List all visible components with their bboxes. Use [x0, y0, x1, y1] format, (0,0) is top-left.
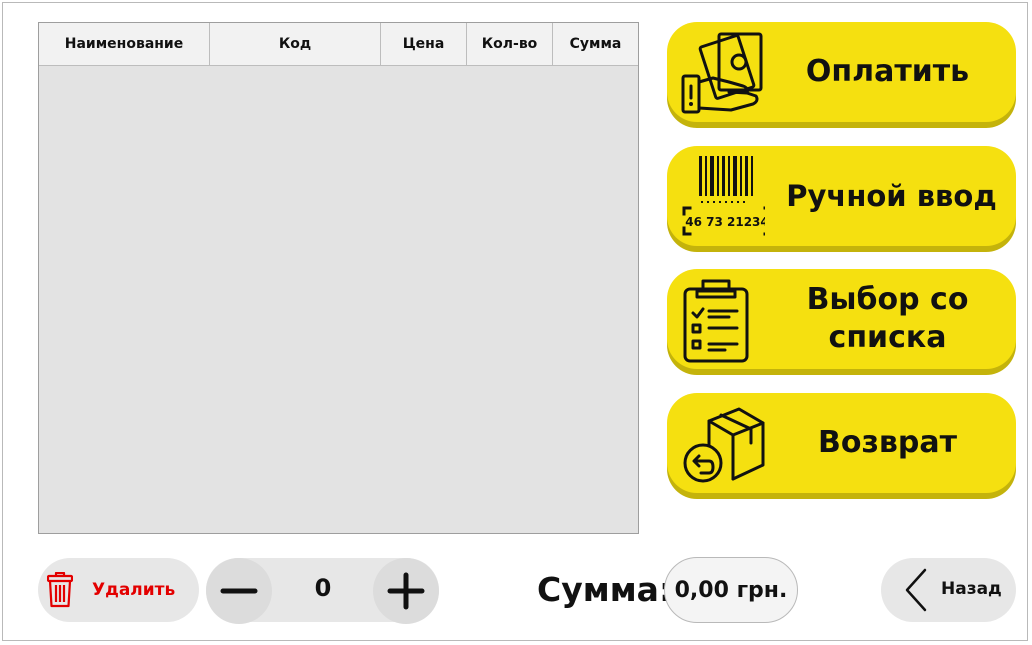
quantity-value[interactable]: 0: [290, 574, 356, 602]
products-table: Наименование Код Цена Кол-во Сумма: [38, 22, 639, 534]
increase-button[interactable]: [373, 558, 439, 624]
manual-entry-button[interactable]: 46 73 21234 Ручной ввод: [667, 146, 1016, 246]
barcode-number: 46 73 21234: [685, 215, 765, 229]
box-return-icon: [683, 407, 765, 483]
choose-from-list-label-line2: списка: [828, 320, 947, 355]
minus-icon: [220, 588, 258, 594]
trash-icon: [47, 572, 73, 608]
barcode-icon: 46 73 21234: [682, 156, 765, 236]
column-header-name[interactable]: Наименование: [39, 23, 210, 65]
chevron-left-icon: [905, 568, 927, 612]
sum-label: Сумма:: [537, 570, 673, 609]
decrease-button[interactable]: [206, 558, 272, 624]
column-header-price[interactable]: Цена: [381, 23, 467, 65]
back-label: Назад: [941, 579, 1002, 599]
return-button[interactable]: Возврат: [667, 393, 1016, 493]
delete-button[interactable]: Удалить: [38, 558, 199, 622]
table-header: Наименование Код Цена Кол-во Сумма: [39, 23, 638, 66]
choose-from-list-label-line1: Выбор со: [806, 282, 969, 317]
table-body[interactable]: [39, 66, 638, 533]
column-header-sum[interactable]: Сумма: [553, 23, 638, 65]
sum-value: 0,00 грн.: [664, 557, 798, 623]
clipboard-checklist-icon: [683, 279, 749, 363]
column-header-code[interactable]: Код: [210, 23, 381, 65]
return-label: Возврат: [818, 425, 957, 460]
choose-from-list-button[interactable]: Выбор со списка: [667, 269, 1016, 369]
pay-button[interactable]: Оплатить: [667, 22, 1016, 122]
manual-entry-label: Ручной ввод: [786, 179, 997, 213]
delete-label: Удалить: [92, 580, 176, 600]
pay-label: Оплатить: [805, 54, 970, 89]
back-button[interactable]: Назад: [881, 558, 1016, 622]
plus-icon: [387, 572, 425, 610]
choose-from-list-label: Выбор со списка: [767, 269, 1008, 369]
column-header-quantity[interactable]: Кол-во: [467, 23, 553, 65]
cash-payment-icon: [681, 32, 763, 114]
